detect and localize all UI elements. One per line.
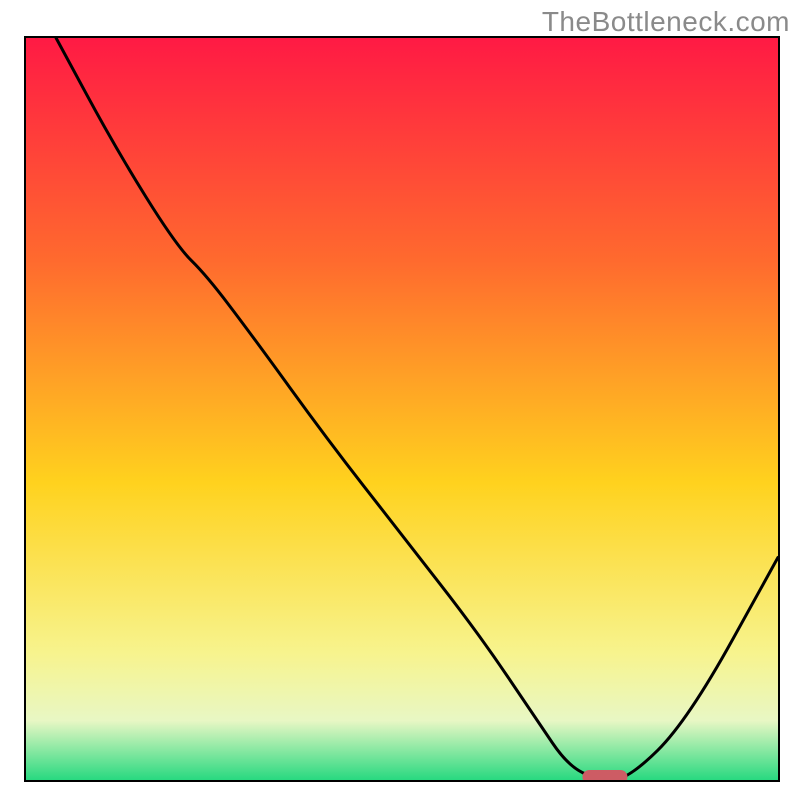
- gradient-background: [26, 38, 778, 780]
- chart-svg: [26, 38, 778, 780]
- chart-stage: TheBottleneck.com: [0, 0, 800, 800]
- plot-frame: [24, 36, 780, 782]
- watermark-text: TheBottleneck.com: [542, 6, 790, 38]
- optimal-marker: [582, 770, 627, 780]
- plot-inner: [26, 38, 778, 780]
